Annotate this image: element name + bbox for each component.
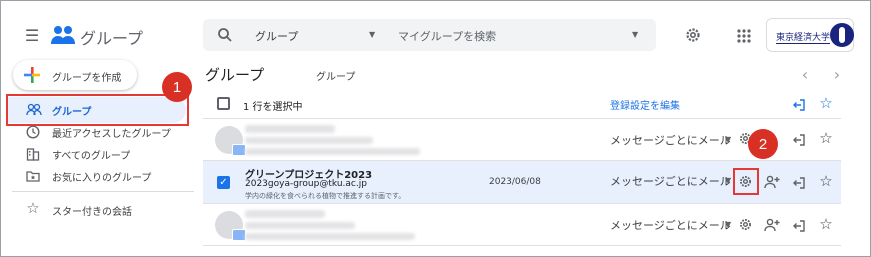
create-group-label: グループを作成 bbox=[52, 73, 122, 84]
group-avatar bbox=[215, 126, 246, 156]
delivery-dropdown-icon[interactable]: ▼ bbox=[725, 176, 731, 185]
search-options-icon[interactable]: ▼ bbox=[632, 30, 638, 39]
delivery-select[interactable]: メッセージごとにメール bbox=[610, 217, 731, 233]
settings-icon[interactable] bbox=[738, 217, 753, 232]
sidebar-item-favorites[interactable]: お気に入りのグループ bbox=[52, 169, 151, 184]
create-group-button[interactable]: グループを作成 bbox=[13, 60, 137, 90]
group-row[interactable]: メッセージごとにメール ▼ ☆ bbox=[203, 204, 841, 246]
leave-group-icon[interactable] bbox=[792, 132, 806, 146]
add-person-icon[interactable] bbox=[764, 217, 780, 232]
add-person-icon[interactable] bbox=[764, 174, 780, 189]
brand-name: 東京経済大学 bbox=[776, 30, 831, 44]
row-title-redacted bbox=[245, 210, 325, 218]
sidebar-item-starred[interactable]: スター付きの会話 bbox=[52, 203, 132, 218]
star-icon[interactable]: ☆ bbox=[817, 215, 835, 233]
annotation-badge-2: 2 bbox=[748, 129, 778, 159]
search-bar[interactable]: グループ ▼ マイグループを検索 ▼ bbox=[203, 19, 656, 51]
building-icon bbox=[26, 146, 40, 161]
search-scope-select[interactable]: グループ bbox=[255, 28, 298, 44]
row-desc-redacted bbox=[245, 233, 415, 240]
annotation-badge-1: 1 bbox=[162, 72, 192, 102]
chevron-right-icon[interactable]: › bbox=[830, 65, 844, 84]
star-icon: ☆ bbox=[26, 199, 40, 217]
row-email-redacted bbox=[245, 222, 355, 229]
account-badge[interactable]: 東京経済大学 bbox=[766, 18, 854, 52]
selection-count: 1 行を選択中 bbox=[243, 102, 303, 113]
delivery-dropdown-icon[interactable]: ▼ bbox=[725, 220, 731, 229]
group-row[interactable]: メッセージごとにメール ▼ ☆ bbox=[203, 119, 841, 161]
page-subtitle: グループ bbox=[316, 72, 356, 83]
group-date: 2023/06/08 bbox=[489, 177, 541, 187]
star-all-icon[interactable]: ☆ bbox=[817, 94, 835, 112]
search-input[interactable]: マイグループを検索 bbox=[398, 28, 496, 44]
star-icon[interactable]: ☆ bbox=[817, 129, 835, 147]
delivery-dropdown-icon[interactable]: ▼ bbox=[725, 135, 731, 144]
search-icon bbox=[217, 27, 233, 43]
select-all-checkbox[interactable] bbox=[217, 97, 230, 110]
edit-registration-link[interactable]: 登録設定を編集 bbox=[610, 97, 680, 112]
group-email: 2023goya-group@tku.ac.jp bbox=[245, 179, 367, 189]
highlight-box-settings bbox=[733, 168, 759, 195]
plus-icon bbox=[24, 67, 40, 83]
delivery-select[interactable]: メッセージごとにメール bbox=[610, 173, 731, 189]
delivery-select[interactable]: メッセージごとにメール bbox=[610, 132, 731, 148]
apps-icon[interactable] bbox=[737, 28, 751, 43]
row-title-redacted bbox=[245, 125, 335, 133]
highlight-box-groups bbox=[6, 94, 189, 126]
leave-group-icon[interactable] bbox=[792, 175, 806, 189]
page-title: グループ bbox=[205, 66, 265, 84]
clock-icon bbox=[26, 124, 40, 139]
scope-dropdown-icon[interactable]: ▼ bbox=[369, 30, 375, 39]
settings-icon[interactable] bbox=[684, 26, 702, 44]
sidebar-item-all-groups[interactable]: すべてのグループ bbox=[52, 147, 130, 162]
sidebar-divider bbox=[12, 191, 194, 192]
selection-header-row: 1 行を選択中 登録設定を編集 ☆ bbox=[203, 89, 841, 119]
menu-icon[interactable]: ☰ bbox=[22, 25, 42, 45]
app-title: グループ bbox=[80, 29, 144, 48]
folder-star-icon bbox=[26, 168, 40, 182]
group-avatar bbox=[215, 211, 246, 241]
row-checkbox[interactable]: ✓ bbox=[217, 176, 230, 189]
leave-icon[interactable] bbox=[792, 97, 806, 111]
avatar bbox=[830, 23, 854, 47]
row-email-redacted bbox=[245, 137, 373, 144]
star-icon[interactable]: ☆ bbox=[817, 172, 835, 190]
chevron-left-icon[interactable]: ‹ bbox=[798, 65, 812, 84]
sidebar-item-recent[interactable]: 最近アクセスしたグループ bbox=[52, 125, 171, 140]
group-description: 学内の緑化を食べられる植物で推進する計画です。 bbox=[245, 192, 406, 200]
leave-group-icon[interactable] bbox=[792, 218, 806, 232]
groups-icon bbox=[50, 24, 76, 46]
row-desc-redacted bbox=[245, 148, 420, 155]
